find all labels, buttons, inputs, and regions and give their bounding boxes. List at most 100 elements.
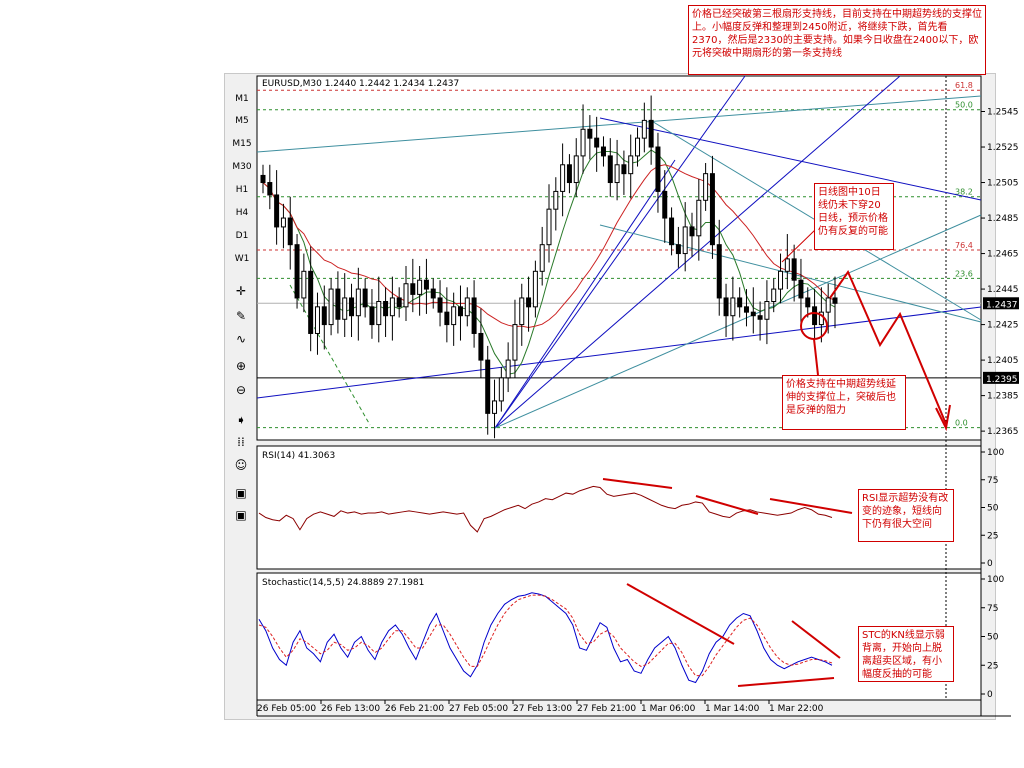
candle-body-18 <box>383 301 389 317</box>
candle-body-35 <box>498 377 504 402</box>
fib-label: 23.6 <box>955 269 973 278</box>
candle-body-4 <box>287 217 293 246</box>
candle-body-26 <box>437 297 443 313</box>
candle-body-80 <box>805 297 811 308</box>
candle-body-10 <box>328 288 334 326</box>
candle-body-84 <box>832 297 838 304</box>
candle-body-28 <box>451 306 457 326</box>
candle-body-6 <box>301 270 307 299</box>
candle-body-45 <box>566 164 572 184</box>
candle-body-65 <box>703 173 709 201</box>
candle-body-46 <box>573 155 579 184</box>
rsi-panel-title: RSI(14) 41.3063 <box>262 451 335 461</box>
candle-body-63 <box>689 226 695 237</box>
candle-body-47 <box>580 128 586 157</box>
candle-body-54 <box>628 155 634 175</box>
time-label: 1 Mar 06:00 <box>641 704 696 714</box>
time-label: 27 Feb 13:00 <box>513 704 572 714</box>
current-price-label: 1.2437 <box>986 300 1018 310</box>
candle-body-83 <box>825 297 831 313</box>
candle-body-79 <box>798 279 804 299</box>
candle-body-67 <box>716 244 722 299</box>
candle-body-32 <box>478 332 484 361</box>
candle-body-5 <box>294 244 300 299</box>
candle-body-24 <box>423 279 429 290</box>
price-tick-label: 1.2445 <box>987 285 1019 295</box>
candle-body-36 <box>505 359 511 379</box>
candle-body-27 <box>444 311 450 326</box>
candle-body-44 <box>560 164 566 192</box>
stoch-tick-label: 50 <box>987 633 999 643</box>
candle-body-2 <box>274 194 280 228</box>
candle-body-51 <box>607 155 613 184</box>
candle-body-9 <box>321 306 327 326</box>
candle-body-66 <box>709 173 715 246</box>
time-label: 1 Mar 14:00 <box>705 704 760 714</box>
candle-body-14 <box>355 288 361 317</box>
candle-body-0 <box>260 174 266 184</box>
price-tick-label: 1.2425 <box>987 321 1019 331</box>
candle-body-52 <box>614 164 620 184</box>
price-tick-label: 1.2485 <box>987 214 1019 224</box>
candle-body-23 <box>417 279 423 295</box>
candle-body-34 <box>492 400 498 414</box>
price-tick-label: 1.2405 <box>987 356 1019 366</box>
candle-body-7 <box>308 270 314 334</box>
candle-body-74 <box>764 301 770 320</box>
rsi-tick-label: 100 <box>987 448 1004 458</box>
candle-body-72 <box>750 311 756 317</box>
rsi-tick-label: 0 <box>987 559 993 569</box>
candle-body-61 <box>675 244 681 255</box>
stoch-tick-label: 0 <box>987 690 993 700</box>
candle-body-16 <box>369 306 375 326</box>
note-rsi: RSI显示超势没有改变的迹象，短线向下仍有很大空间 <box>858 489 954 542</box>
candle-body-73 <box>757 315 763 320</box>
note-top-analysis: 价格已经突破第三根扇形支持线，目前支持在中期超势线的支撑位上。小幅度反弹和整理到… <box>688 5 986 75</box>
candle-body-12 <box>342 297 348 320</box>
note-support-line: 价格支持在中期超势线延伸的支撑位上，突破后也是反弹的阻力 <box>782 375 906 430</box>
candle-body-33 <box>485 359 491 414</box>
fib-label: 61.8 <box>955 81 973 90</box>
candle-body-38 <box>519 297 525 326</box>
candle-body-55 <box>635 137 641 157</box>
candle-body-58 <box>655 146 661 192</box>
time-label: 27 Feb 21:00 <box>577 704 636 714</box>
candle-body-3 <box>280 217 286 228</box>
candle-body-31 <box>471 297 477 334</box>
stoch-tick-label: 100 <box>987 575 1004 585</box>
stoch-tick-label: 75 <box>987 604 998 614</box>
candle-body-78 <box>791 258 797 281</box>
hline-price-label: 1.2395 <box>986 375 1018 385</box>
candle-body-11 <box>335 288 341 320</box>
candle-body-1 <box>267 182 273 196</box>
candle-body-71 <box>743 306 749 313</box>
candle-body-21 <box>403 283 409 308</box>
candle-body-40 <box>532 270 538 308</box>
candle-body-20 <box>396 297 402 308</box>
candle-body-15 <box>362 288 368 308</box>
note-daily-ma: 日线图中10日线仍未下穿20日线，预示价格仍有反复的可能 <box>814 183 894 250</box>
candle-body-56 <box>641 119 647 139</box>
candle-body-22 <box>410 283 416 295</box>
candle-body-75 <box>771 288 777 303</box>
rsi-tick-label: 75 <box>987 476 998 486</box>
time-label: 27 Feb 05:00 <box>449 704 508 714</box>
candle-body-43 <box>553 190 559 210</box>
price-panel-title: EURUSD,M30 1.2440 1.2442 1.2434 1.2437 <box>262 79 459 89</box>
candle-body-41 <box>539 244 545 272</box>
candle-body-39 <box>526 297 532 308</box>
rsi-tick-label: 25 <box>987 531 998 541</box>
candle-body-59 <box>662 190 668 219</box>
fib-label: 76.4 <box>955 241 973 250</box>
price-tick-label: 1.2545 <box>987 108 1019 118</box>
candle-body-49 <box>594 137 600 148</box>
candle-body-60 <box>669 217 675 246</box>
time-label: 1 Mar 22:00 <box>769 704 824 714</box>
candle-body-69 <box>730 297 736 317</box>
candle-body-25 <box>430 288 436 299</box>
note-stc: STC的KN线显示弱背离，开始向上脱离超卖区域，有小幅度反抽的可能 <box>858 626 954 682</box>
candle-body-81 <box>812 306 818 326</box>
candle-body-77 <box>784 258 790 272</box>
candle-body-19 <box>389 297 395 317</box>
time-label: 26 Feb 21:00 <box>385 704 444 714</box>
